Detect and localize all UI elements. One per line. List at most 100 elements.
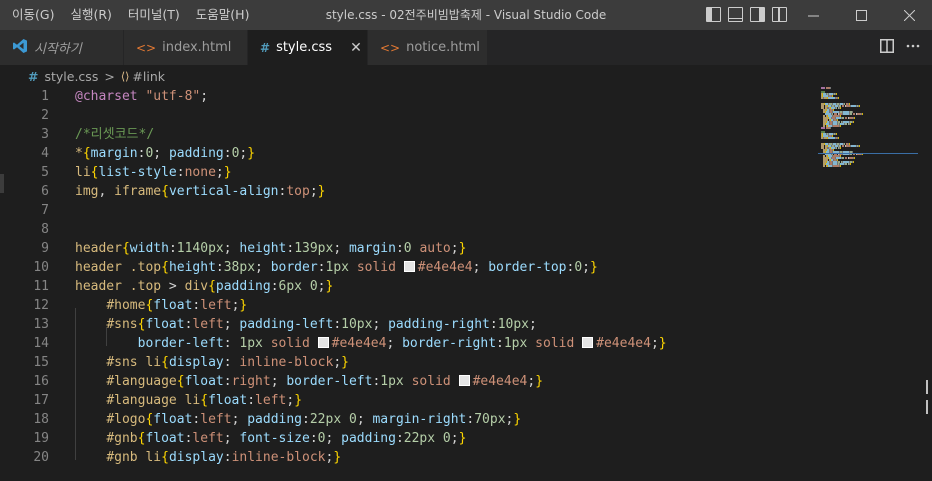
editor-actions [880, 39, 920, 53]
minimize-button[interactable] [790, 0, 836, 30]
code-line[interactable]: 9 header{width:1140px; height:139px; marg… [0, 239, 820, 258]
css-file-icon: # [260, 40, 271, 55]
toggle-secondary-sidebar-icon[interactable] [750, 7, 765, 22]
breadcrumb-symbol[interactable]: #link [132, 69, 165, 84]
menu-run[interactable]: 실행(R) [62, 0, 119, 30]
color-swatch[interactable] [403, 261, 415, 272]
code-text: #language{float:right; border-left:1px s… [106, 374, 544, 389]
tab-label: style.css [276, 40, 333, 55]
code-text: header .top{height:38px; border:1px soli… [75, 260, 598, 275]
html-file-icon: <> [380, 40, 401, 55]
code-line[interactable]: 20 #gnb li{display:inline-block;} [0, 448, 820, 467]
line-number: 19 [33, 431, 49, 446]
vertical-scrollbar[interactable] [918, 87, 932, 481]
code-line[interactable]: 19 #gnb{float:left; font-size:0; padding… [0, 429, 820, 448]
customize-layout-icon[interactable] [772, 7, 787, 22]
code-text: #gnb li{display:inline-block;} [106, 450, 342, 465]
code-line[interactable]: 2 [0, 106, 820, 125]
code-text: #language li{float:left;} [106, 393, 303, 408]
code-text: li{list-style:none;} [75, 165, 232, 180]
line-number: 12 [33, 298, 49, 313]
line-number: 11 [33, 279, 49, 294]
code-text: #logo{float:left; padding:22px 0; margin… [106, 412, 522, 427]
menu-go[interactable]: 이동(G) [4, 0, 62, 30]
code-line[interactable]: 13 #sns{float:left; padding-left:10px; p… [0, 315, 820, 334]
code-line[interactable]: 5 li{list-style:none;} [0, 163, 820, 182]
code-line[interactable]: 7 [0, 201, 820, 220]
editor-tab-bar: 시작하기 <> index.html # style.css ✕ <> noti… [0, 30, 932, 65]
tab-index-html[interactable]: <> index.html [124, 30, 248, 65]
code-line[interactable]: 1 @charset "utf-8"; [0, 87, 820, 106]
code-text: #sns{float:left; padding-left:10px; padd… [106, 317, 537, 332]
line-number: 17 [33, 393, 49, 408]
html-file-icon: <> [136, 40, 157, 55]
code-text: img, iframe{vertical-align:top;} [75, 184, 326, 199]
code-text: header{width:1140px; height:139px; margi… [75, 241, 467, 256]
code-line[interactable]: 17 #language li{float:left;} [0, 391, 820, 410]
tab-label: notice.html [406, 40, 480, 55]
scroll-marker [926, 400, 928, 414]
minimize-icon [807, 15, 819, 16]
tab-style-css[interactable]: # style.css ✕ [248, 30, 368, 65]
tab-notice-html[interactable]: <> notice.html [368, 30, 488, 65]
line-number: 3 [41, 127, 49, 142]
code-line[interactable]: 15 #sns li{display: inline-block;} [0, 353, 820, 372]
minimap-cursor-line [818, 153, 918, 154]
line-number: 10 [33, 260, 49, 275]
code-text: @charset "utf-8"; [75, 89, 209, 104]
breadcrumb: # style.css > ⟨⟩ #link [0, 65, 932, 87]
breadcrumb-file[interactable]: style.css [44, 69, 98, 84]
code-line[interactable]: 14 border-left: 1px solid #e4e4e4; borde… [0, 334, 820, 353]
code-line[interactable]: 4 *{margin:0; padding:0;} [0, 144, 820, 163]
code-text: border-left: 1px solid #e4e4e4; border-r… [137, 336, 667, 351]
code-line[interactable]: 8 [0, 220, 820, 239]
vscode-logo-icon [12, 38, 28, 57]
toggle-primary-sidebar-icon[interactable] [706, 7, 721, 22]
close-tab-icon[interactable]: ✕ [350, 40, 362, 56]
line-number: 6 [41, 184, 49, 199]
title-bar: 이동(G) 실행(R) 터미널(T) 도움말(H) style.css - 02… [0, 0, 932, 30]
close-icon [903, 9, 915, 21]
line-number: 13 [33, 317, 49, 332]
color-swatch[interactable] [317, 337, 329, 348]
line-number: 14 [33, 336, 49, 351]
code-editor[interactable]: 1 @charset "utf-8"; 2 3 /*리셋코드*/ 4 *{margin:0;… [0, 87, 932, 481]
code-line[interactable]: 6 img, iframe{vertical-align:top;} [0, 182, 820, 201]
tab-label: 시작하기 [34, 42, 82, 57]
tab-welcome[interactable]: 시작하기 [0, 30, 124, 65]
line-number: 9 [41, 241, 49, 256]
code-text: /*리셋코드*/ [75, 127, 155, 142]
tab-label: index.html [162, 40, 232, 55]
symbol-icon: ⟨⟩ [120, 69, 130, 83]
code-line[interactable]: 18 #logo{float:left; padding:22px 0; mar… [0, 410, 820, 429]
code-text: #home{float:left;} [106, 298, 248, 313]
code-text: #sns li{display: inline-block;} [106, 355, 349, 370]
line-number: 16 [33, 374, 49, 389]
maximize-button[interactable] [838, 0, 884, 30]
toggle-panel-icon[interactable] [728, 7, 743, 22]
menu-help[interactable]: 도움말(H) [188, 0, 258, 30]
close-window-button[interactable] [886, 0, 932, 30]
minimap[interactable] [818, 87, 918, 481]
code-line[interactable]: 10 header .top{height:38px; border:1px so… [0, 258, 820, 277]
line-number: 5 [41, 165, 49, 180]
code-line[interactable]: 11 header .top > div{padding:6px 0;} [0, 277, 820, 296]
line-number: 15 [33, 355, 49, 370]
color-swatch[interactable] [582, 337, 594, 348]
code-text: #gnb{float:left; font-size:0; padding:22… [106, 431, 467, 446]
more-actions-icon[interactable] [906, 39, 920, 53]
line-number: 7 [41, 203, 49, 218]
line-number: 4 [41, 146, 49, 161]
line-number: 18 [33, 412, 49, 427]
color-swatch[interactable] [458, 375, 470, 386]
line-number: 8 [41, 222, 49, 237]
menu-terminal[interactable]: 터미널(T) [120, 0, 188, 30]
split-editor-icon[interactable] [880, 39, 894, 53]
layout-controls [706, 7, 787, 22]
maximize-icon [855, 9, 867, 21]
line-number: 1 [41, 89, 49, 104]
code-line[interactable]: 12 #home{float:left;} [0, 296, 820, 315]
code-line[interactable]: 3 /*리셋코드*/ [0, 125, 820, 144]
code-line[interactable]: 16 #language{float:right; border-left:1p… [0, 372, 820, 391]
code-text: header .top > div{padding:6px 0;} [75, 279, 334, 294]
